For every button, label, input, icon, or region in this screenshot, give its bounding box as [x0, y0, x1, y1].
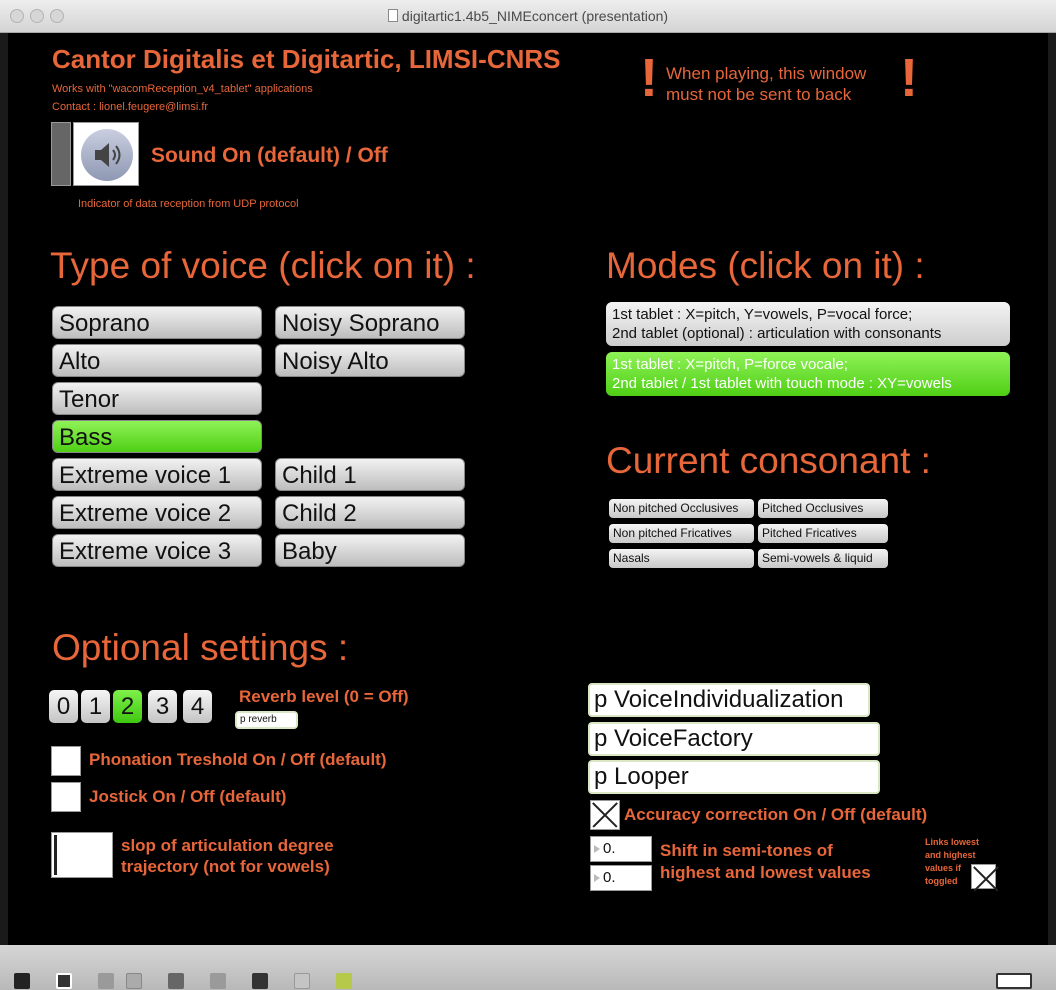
warning-exclamation-right: ! — [900, 48, 918, 108]
mode-button-1[interactable]: 1st tablet : X=pitch, Y=vowels, P=vocal … — [606, 302, 1010, 346]
udp-indicator-label: Indicator of data reception from UDP pro… — [78, 198, 299, 210]
joystick-checkbox[interactable] — [51, 782, 81, 812]
voice-section-title: Type of voice (click on it) : — [50, 245, 476, 286]
slop-slider[interactable] — [51, 832, 113, 878]
reverb-level-0[interactable]: 0 — [49, 690, 78, 723]
mode-button-2[interactable]: 1st tablet : X=pitch, P=force vocale; 2n… — [606, 352, 1010, 396]
warning-line-1: When playing, this window — [666, 64, 867, 83]
phonation-threshold-label: Phonation Treshold On / Off (default) — [89, 750, 387, 769]
voice-button-noisy-alto[interactable]: Noisy Alto — [275, 344, 465, 377]
lock-icon[interactable] — [14, 973, 30, 989]
looper-object[interactable]: p Looper — [588, 760, 880, 794]
info-icon[interactable] — [210, 973, 226, 989]
reverb-level-3[interactable]: 3 — [148, 690, 177, 723]
slop-label-line-2: trajectory (not for vowels) — [121, 857, 330, 876]
voice-button-bass[interactable]: Bass — [52, 420, 262, 453]
reverb-level-4[interactable]: 4 — [183, 690, 212, 723]
warning-exclamation-left: ! — [640, 48, 658, 108]
links-checkbox[interactable] — [971, 864, 996, 889]
warning-text: When playing, this window must not be se… — [666, 63, 866, 105]
shift-lowest-value: 0. — [603, 869, 616, 886]
mode-1-line-2: 2nd tablet (optional) : articulation wit… — [612, 325, 942, 342]
links-label-line-2: and highest — [925, 850, 976, 860]
links-label-line-1: Links lowest — [925, 837, 980, 847]
shift-lowest-number[interactable]: 0. — [590, 865, 652, 891]
split-view-icon[interactable] — [996, 973, 1032, 989]
voice-button-soprano[interactable]: Soprano — [52, 306, 262, 339]
udp-indicator-bar — [51, 122, 71, 186]
shift-label: Shift in semi-tones of highest and lowes… — [660, 840, 871, 884]
reverb-level-1[interactable]: 1 — [81, 690, 110, 723]
shift-label-line-2: highest and lowest values — [660, 863, 871, 882]
speaker-icon — [81, 129, 133, 181]
consonant-pitched-occlusives[interactable]: Pitched Occlusives — [758, 499, 888, 518]
voice-button-extreme-1[interactable]: Extreme voice 1 — [52, 458, 262, 491]
reverb-label: Reverb level (0 = Off) — [239, 687, 409, 706]
voice-factory-object[interactable]: p VoiceFactory — [588, 722, 880, 756]
document-icon — [387, 9, 398, 22]
number-arrow-icon — [594, 874, 600, 882]
mode-2-line-2: 2nd tablet / 1st tablet with touch mode … — [612, 375, 952, 392]
gear-icon[interactable] — [336, 973, 352, 989]
app-title: Cantor Digitalis et Digitartic, LIMSI-CN… — [52, 44, 561, 74]
works-with-text: Works with "wacomReception_v4_tablet" ap… — [52, 83, 313, 95]
voice-button-noisy-soprano[interactable]: Noisy Soprano — [275, 306, 465, 339]
sound-toggle-button[interactable] — [73, 122, 139, 186]
shift-highest-number[interactable]: 0. — [590, 836, 652, 862]
reverb-object[interactable]: p reverb — [235, 711, 298, 729]
voice-individualization-object[interactable]: p VoiceIndividualization — [588, 683, 870, 717]
phonation-threshold-checkbox[interactable] — [51, 746, 81, 776]
voice-button-tenor[interactable]: Tenor — [52, 382, 262, 415]
window-title: digitartic1.4b5_NIMEconcert (presentatio… — [0, 8, 1056, 24]
voice-button-extreme-3[interactable]: Extreme voice 3 — [52, 534, 262, 567]
consonant-semi-vowels-liquid[interactable]: Semi-vowels & liquid — [758, 549, 888, 568]
consonant-non-pitched-occlusives[interactable]: Non pitched Occlusives — [609, 499, 754, 518]
consonant-non-pitched-fricatives[interactable]: Non pitched Fricatives — [609, 524, 754, 543]
voice-button-child-2[interactable]: Child 2 — [275, 496, 465, 529]
number-arrow-icon — [594, 845, 600, 853]
optional-section-title: Optional settings : — [52, 627, 349, 668]
slop-label: slop of articulation degree trajectory (… — [121, 835, 334, 877]
slop-label-line-1: slop of articulation degree — [121, 836, 334, 855]
patcher-icon[interactable] — [168, 973, 184, 989]
mode-2-line-1: 1st tablet : X=pitch, P=force vocale; — [612, 356, 848, 373]
mixer-icon[interactable] — [98, 973, 114, 989]
modes-section-title: Modes (click on it) : — [606, 245, 925, 286]
accuracy-correction-label: Accuracy correction On / Off (default) — [624, 805, 928, 824]
window-titlebar: digitartic1.4b5_NIMEconcert (presentatio… — [0, 0, 1056, 33]
sound-label: Sound On (default) / Off — [151, 144, 388, 167]
consonant-pitched-fricatives[interactable]: Pitched Fricatives — [758, 524, 888, 543]
accuracy-correction-checkbox[interactable] — [590, 800, 620, 830]
window-title-text: digitartic1.4b5_NIMEconcert (presentatio… — [401, 8, 669, 24]
warning-line-2: must not be sent to back — [666, 85, 852, 104]
consonant-nasals[interactable]: Nasals — [609, 549, 754, 568]
grid-icon[interactable] — [294, 973, 310, 989]
joystick-label: Jostick On / Off (default) — [89, 787, 287, 806]
close-box-icon[interactable] — [126, 973, 142, 989]
reverb-level-2[interactable]: 2 — [113, 690, 142, 723]
shift-label-line-1: Shift in semi-tones of — [660, 841, 833, 860]
consonant-section-title: Current consonant : — [606, 440, 931, 481]
shift-highest-value: 0. — [603, 840, 616, 857]
mode-1-line-1: 1st tablet : X=pitch, Y=vowels, P=vocal … — [612, 306, 913, 323]
contact-text: Contact : lionel.feugere@limsi.fr — [52, 101, 209, 113]
voice-button-extreme-2[interactable]: Extreme voice 2 — [52, 496, 262, 529]
slop-slider-knob[interactable] — [54, 835, 57, 875]
voice-button-baby[interactable]: Baby — [275, 534, 465, 567]
bottom-toolbar — [0, 945, 1056, 990]
voice-button-child-1[interactable]: Child 1 — [275, 458, 465, 491]
copy-icon[interactable] — [56, 973, 72, 989]
toggle-icon[interactable] — [252, 973, 268, 989]
voice-button-alto[interactable]: Alto — [52, 344, 262, 377]
